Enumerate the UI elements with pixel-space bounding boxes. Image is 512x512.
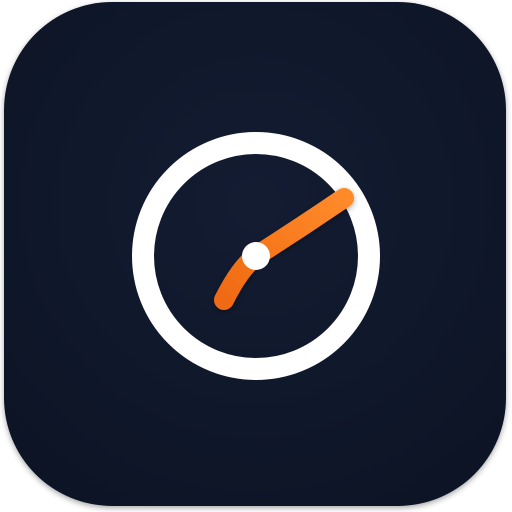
speedometer-icon [132, 132, 380, 380]
needle-hub [242, 242, 270, 270]
icon-canvas [0, 0, 512, 512]
gauge-needle [214, 188, 354, 310]
